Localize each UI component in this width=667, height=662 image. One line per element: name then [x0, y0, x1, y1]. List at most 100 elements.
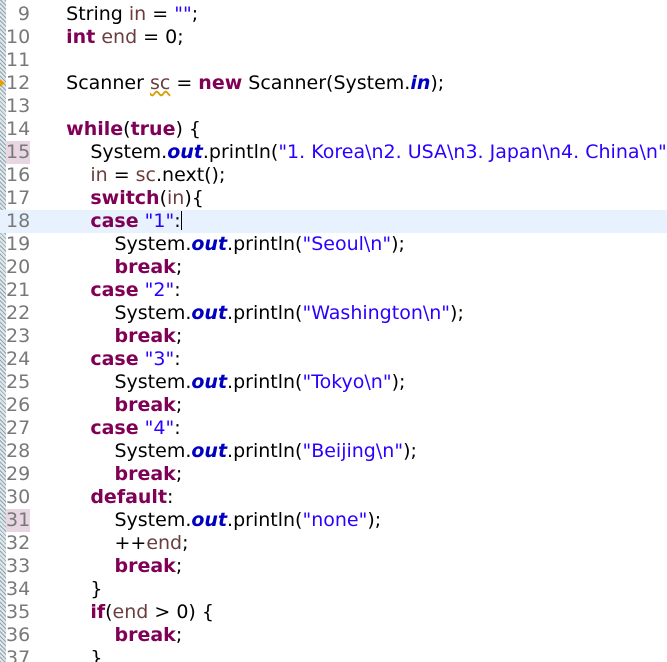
code-line[interactable]: 30 default: [0, 486, 667, 509]
string-token: "2" [144, 279, 175, 301]
code-token: .println( [227, 233, 303, 255]
warning-marker-icon[interactable] [0, 79, 5, 87]
code-token: ; [182, 532, 189, 554]
code-token: String [42, 3, 129, 25]
code-text[interactable]: break; [42, 394, 182, 417]
code-line[interactable]: 11 [0, 49, 667, 72]
code-line[interactable]: 28 System.out.println("Beijing\n"); [0, 440, 667, 463]
code-text[interactable]: System.out.println("Washington\n"); [42, 302, 463, 325]
code-text[interactable]: System.out.println("Tokyo\n"); [42, 371, 405, 394]
string-token: "Beijing\n" [302, 440, 404, 462]
code-text[interactable]: break; [42, 463, 182, 486]
code-token: = [146, 3, 175, 25]
code-token: .println( [227, 302, 303, 324]
code-token: Scanner(System. [242, 72, 411, 94]
line-number: 24 [6, 348, 31, 370]
code-text[interactable]: System.out.println("none"); [42, 509, 381, 532]
code-token: ; [175, 256, 183, 278]
code-text[interactable]: System.out.println("Beijing\n"); [42, 440, 416, 463]
line-number: 20 [6, 256, 31, 278]
code-line[interactable]: 25 System.out.println("Tokyo\n"); [0, 371, 667, 394]
code-text[interactable]: case "4": [42, 417, 180, 440]
code-text[interactable]: break; [42, 256, 182, 279]
code-text[interactable]: if(end > 0) { [42, 601, 214, 624]
keyword-token: case [90, 348, 139, 370]
keyword-token: break [114, 256, 176, 278]
code-text[interactable]: int end = 0; [42, 26, 183, 49]
code-token: System. [42, 302, 192, 324]
line-number: 25 [6, 371, 31, 393]
code-line[interactable]: 31 System.out.println("none"); [0, 509, 667, 532]
code-token: ); [391, 371, 406, 393]
code-line[interactable]: 17 switch(in){ [0, 187, 667, 210]
code-line[interactable]: 21 case "2": [0, 279, 667, 302]
code-line[interactable]: 36 break; [0, 624, 667, 647]
code-line[interactable]: 10 int end = 0; [0, 26, 667, 49]
code-text[interactable]: break; [42, 555, 182, 578]
code-line[interactable]: 37 } [0, 647, 667, 662]
code-text[interactable]: case "1": [42, 210, 182, 233]
line-number: 19 [6, 233, 31, 255]
code-token: : [174, 279, 181, 301]
code-line[interactable]: 22 System.out.println("Washington\n"); [0, 302, 667, 325]
string-token: "1" [144, 210, 175, 232]
code-lines[interactable]: 9 String in = ""; 10 int end = 0; 11 12 Sca… [0, 3, 667, 662]
code-line[interactable]: 23 break; [0, 325, 667, 348]
code-text[interactable]: default: [42, 486, 173, 509]
code-line[interactable]: 9 String in = ""; [0, 3, 667, 26]
code-text[interactable]: Scanner sc = new Scanner(System.in); [42, 72, 444, 95]
code-line[interactable]: 34 } [0, 578, 667, 601]
code-text[interactable]: System.out.println("Seoul\n"); [42, 233, 404, 256]
code-token: : [174, 348, 181, 370]
keyword-token: break [114, 394, 176, 416]
code-line[interactable]: 14 while(true) { [0, 118, 667, 141]
code-text[interactable]: System.out.println("1. Korea\n2. USA\n3.… [42, 141, 667, 164]
code-line[interactable]: 33 break; [0, 555, 667, 578]
code-text[interactable]: break; [42, 325, 182, 348]
code-text[interactable]: String in = ""; [42, 3, 198, 26]
code-text[interactable]: break; [42, 624, 182, 647]
string-token: "4" [144, 417, 175, 439]
code-line[interactable]: 19 System.out.println("Seoul\n"); [0, 233, 667, 256]
code-line[interactable]: 15 System.out.println("1. Korea\n2. USA\… [0, 141, 667, 164]
code-text[interactable]: } [42, 647, 102, 662]
keyword-token: default [90, 486, 168, 508]
code-text[interactable]: switch(in){ [42, 187, 204, 210]
code-text[interactable]: ++end; [42, 532, 189, 555]
code-line[interactable]: 29 break; [0, 463, 667, 486]
code-editor[interactable]: 9 String in = ""; 10 int end = 0; 11 12 Sca… [0, 0, 667, 662]
line-number: 28 [6, 440, 31, 462]
code-token: System. [42, 141, 168, 163]
keyword-token: int [66, 26, 96, 48]
code-line[interactable]: 32 ++end; [0, 532, 667, 555]
code-line[interactable]: 18 case "1": [0, 210, 667, 233]
code-line[interactable]: 24 case "3": [0, 348, 667, 371]
keyword-token: break [114, 463, 176, 485]
line-number: 11 [6, 49, 31, 71]
keyword-token: break [114, 624, 176, 646]
code-line[interactable]: 13 [0, 95, 667, 118]
code-line[interactable]: 35 if(end > 0) { [0, 601, 667, 624]
code-line[interactable]: 26 break; [0, 394, 667, 417]
code-text[interactable]: case "2": [42, 279, 181, 302]
text-caret [180, 211, 182, 230]
variable-token: end [112, 601, 149, 623]
code-text[interactable]: while(true) { [42, 118, 201, 141]
keyword-token: new [198, 72, 243, 94]
code-line[interactable]: 16 in = sc.next(); [0, 164, 667, 187]
code-token: ; [175, 624, 183, 646]
code-text[interactable]: } [42, 578, 102, 601]
code-line[interactable]: 20 break; [0, 256, 667, 279]
code-line[interactable]: 27 case "4": [0, 417, 667, 440]
keyword-token: case [90, 417, 139, 439]
code-text[interactable]: in = sc.next(); [42, 164, 225, 187]
code-line[interactable]: 12 Scanner sc = new Scanner(System.in); [0, 72, 667, 95]
line-number: 10 [6, 26, 31, 48]
code-text[interactable]: case "3": [42, 348, 181, 371]
